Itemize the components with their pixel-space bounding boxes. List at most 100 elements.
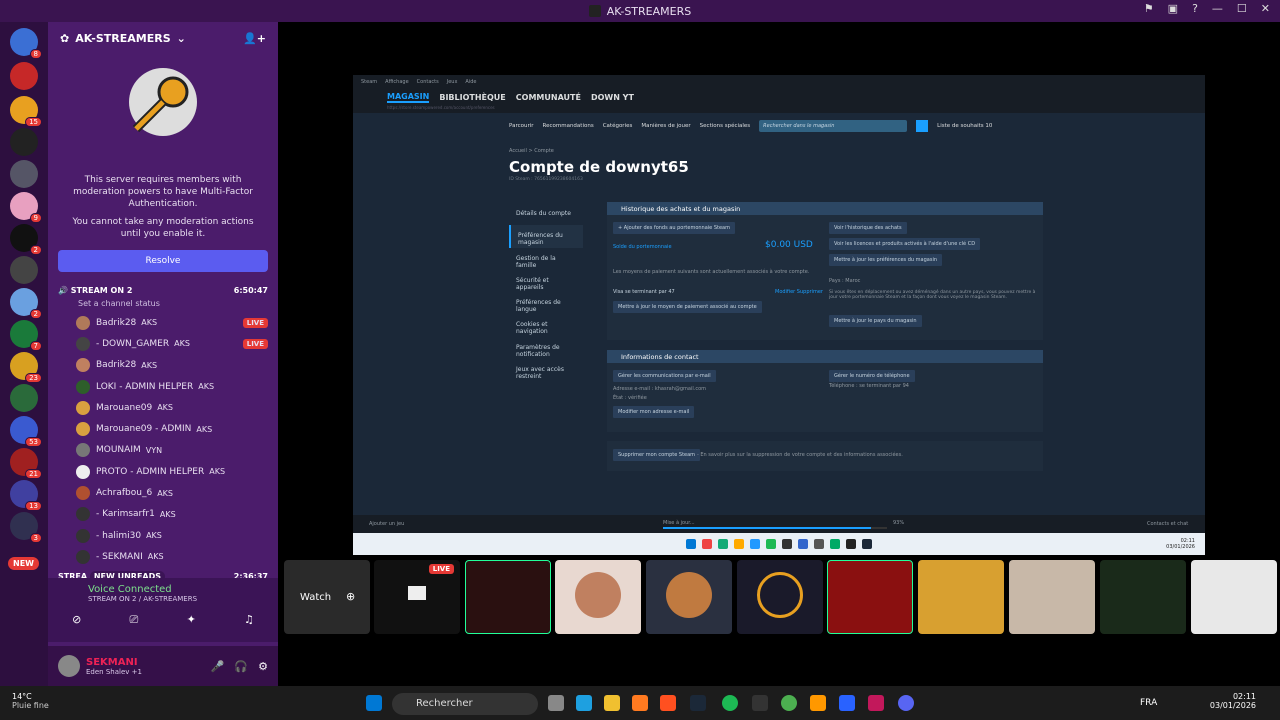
steam-menu-item[interactable]: Affichage [385,79,409,85]
close-button[interactable]: ✕ [1261,2,1270,15]
taskbar-search[interactable]: Rechercher [392,693,538,715]
participant-tile[interactable] [1191,560,1277,634]
server-header[interactable]: ✿ AK-STREAMERS ⌄ 👤+ [48,22,278,54]
add-game-button[interactable]: Ajouter un jeu [369,521,404,527]
new-unreads-pill[interactable]: NEW [8,557,39,570]
spotify-icon[interactable] [722,695,738,711]
language-indicator[interactable]: FRA [1140,698,1157,708]
account-sidebar-item[interactable]: Détails du compte [509,203,583,225]
member-row[interactable]: Badrik28 AKS LIVE [48,312,278,333]
camera-off-icon[interactable]: ⊘ [72,613,81,627]
member-row[interactable]: - DOWN_GAMER AKS LIVE [48,333,278,354]
wishlist-link[interactable]: Liste de souhaits [937,123,984,129]
guild-icon[interactable]: 53 [10,416,42,447]
invite-icon[interactable]: 👤+ [243,32,266,45]
edit-email-button[interactable]: Modifier mon adresse e-mail [613,406,695,418]
participant-tile[interactable] [918,560,1004,634]
guild-icon[interactable]: 2 [10,288,42,319]
account-sidebar-item[interactable]: Préférences du magasin [509,225,583,248]
inbox-icon[interactable]: ⚑ [1144,2,1154,15]
activities-icon[interactable]: ✦ [187,613,196,627]
manage-email-button[interactable]: Gérer les communications par e-mail [613,370,716,382]
account-sidebar-item[interactable]: Paramètres de notification [509,337,583,359]
guild-icon[interactable]: 23 [10,352,42,383]
guild-icon[interactable]: 3 [10,512,42,543]
avatar[interactable] [58,655,80,677]
guild-icon[interactable] [10,160,38,188]
member-row[interactable]: Achrafbou_6 AKS [48,482,278,503]
delete-account-button[interactable]: Supprimer mon compte Steam [613,449,701,461]
member-row[interactable]: - Karimsarfr1 AKS [48,504,278,525]
member-row[interactable]: Badrik28 AKS [48,355,278,376]
guild-icon[interactable]: 9 [10,192,42,223]
channel-status[interactable]: Set a channel status [48,299,278,308]
minimize-button[interactable]: — [1212,2,1223,15]
steam-menu-item[interactable]: Contacts [417,79,439,85]
mic-icon[interactable]: 🎤 [211,660,225,673]
manage-phone-button[interactable]: Gérer le numéro de téléphone [829,370,915,382]
modify-link[interactable]: Modifier Supprimer [775,289,823,295]
soundboard-icon[interactable]: ♫ [244,613,254,627]
maximize-button[interactable]: ☐ [1237,2,1247,15]
steam-menu-item[interactable]: Jeux [447,79,458,85]
guild-icon[interactable] [10,128,38,156]
popout-icon[interactable]: ⊕ [346,590,355,603]
discord-icon[interactable] [898,695,914,711]
steam-nav-item[interactable]: COMMUNAUTÉ [516,93,581,102]
help-icon[interactable]: ? [1192,2,1198,15]
steam-icon[interactable] [690,695,706,711]
firefox-icon[interactable] [632,695,648,711]
start-icon[interactable] [366,695,382,711]
guild-icon[interactable] [10,256,38,284]
watch-tile[interactable]: Watch ⊕ [284,560,370,634]
menu-item[interactable]: Catégories [603,123,633,129]
update-country-button[interactable]: Mettre à jour le pays du magasin [829,315,922,327]
menu-item[interactable]: Manières de jouer [641,123,690,129]
steam-menu-item[interactable]: Aide [465,79,476,85]
participant-tile[interactable] [1009,560,1095,634]
account-sidebar-item[interactable]: Sécurité et appareils [509,270,583,292]
member-row[interactable]: Marouane09 AKS [48,397,278,418]
guild-icon[interactable]: 15 [10,96,42,127]
app-icon[interactable] [810,695,826,711]
view-history-button[interactable]: Voir l'historique des achats [829,222,907,234]
menu-item[interactable]: Parcourir [509,123,534,129]
guild-icon[interactable]: 13 [10,480,42,511]
menu-item[interactable]: Recommandations [543,123,594,129]
screen-share-icon[interactable]: ⎚ [130,613,139,627]
screen-icon[interactable]: ▣ [1168,2,1178,15]
guild-icon[interactable] [10,384,38,412]
guild-icon[interactable] [10,62,38,90]
account-sidebar-item[interactable]: Jeux avec accès restreint [509,359,583,381]
menu-item[interactable]: Sections spéciales [700,123,751,129]
steam-nav-item[interactable]: DOWN YT [591,93,634,102]
weather-widget[interactable]: 14°C Pluie fine [12,692,49,710]
stream-tile[interactable]: LIVE [374,560,460,634]
update-payment-button[interactable]: Mettre à jour le moyen de paiement assoc… [613,301,762,313]
steam-menu-item[interactable]: Steam [361,79,377,85]
update-prefs-button[interactable]: Mettre à jour les préférences du magasin [829,254,943,266]
participant-tile[interactable] [1100,560,1186,634]
account-sidebar-item[interactable]: Cookies et navigation [509,314,583,336]
member-row[interactable]: - halimi30 AKS [48,525,278,546]
steam-nav-item[interactable]: MAGASIN [387,92,430,103]
member-row[interactable]: Marouane09 - ADMIN AKS [48,418,278,439]
obs-icon[interactable] [752,695,768,711]
participant-tile[interactable] [646,560,732,634]
friends-chat-button[interactable]: Contacts et chat [1147,521,1188,527]
account-sidebar-item[interactable]: Gestion de la famille [509,248,583,270]
participant-tile[interactable] [737,560,823,634]
member-row[interactable]: - SEKMANI AKS [48,546,278,567]
member-row[interactable]: PROTO - ADMIN HELPER AKS [48,461,278,482]
chrome-icon[interactable] [781,695,797,711]
app-icon[interactable] [839,695,855,711]
explorer-icon[interactable] [604,695,620,711]
resolve-button[interactable]: Resolve [58,250,268,272]
app-icon[interactable] [868,695,884,711]
participant-tile[interactable] [555,560,641,634]
headset-icon[interactable]: 🎧 [234,660,248,673]
download-status[interactable]: Mise à jour... [663,520,695,526]
guild-icon[interactable]: 21 [10,448,42,479]
search-icon[interactable] [916,120,929,132]
task-view-icon[interactable] [548,695,564,711]
